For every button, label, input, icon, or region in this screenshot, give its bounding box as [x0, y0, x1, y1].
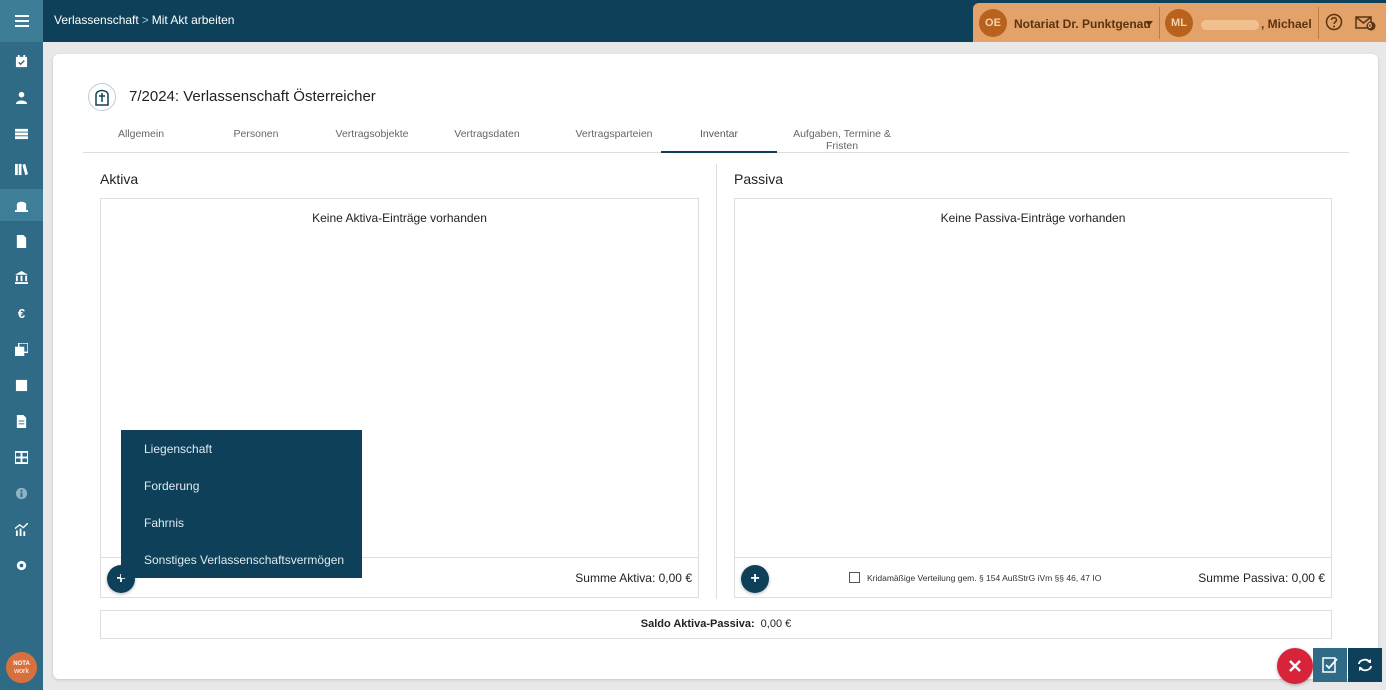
table-list-icon — [15, 128, 28, 139]
tab-vertragsdaten[interactable]: Vertragsdaten — [446, 128, 528, 153]
summe-aktiva: Summe Aktiva: 0,00 € — [575, 571, 692, 585]
user-avatar: ML — [1165, 9, 1193, 37]
add-aktiva-menu: Liegenschaft Forderung Fahrnis Sonstiges… — [121, 430, 362, 578]
tab-vertragsobjekte[interactable]: Vertragsobjekte — [331, 128, 413, 153]
chevron-down-icon[interactable] — [1145, 21, 1153, 26]
estate-file-icon — [88, 83, 116, 111]
books-icon — [15, 163, 28, 175]
save-button[interactable] — [1313, 648, 1347, 682]
notawork-logo: NOTA work — [6, 652, 37, 683]
passiva-panel: Keine Passiva-Einträge vorhanden + Krida… — [734, 198, 1332, 598]
page-title: 7/2024: Verlassenschaft Österreicher — [129, 88, 376, 105]
logo-text-top: NOTA — [13, 660, 30, 667]
sidebar-item-blank[interactable] — [0, 369, 43, 401]
save-check-icon — [1322, 657, 1338, 673]
euro-icon: € — [17, 305, 26, 321]
tab-vertragsparteien[interactable]: Vertragsparteien — [561, 128, 667, 153]
office-selector[interactable]: Notariat Dr. Punktgenau — [1014, 17, 1151, 31]
passiva-title: Passiva — [734, 171, 784, 187]
aktiva-empty-text: Keine Aktiva-Einträge vorhanden — [312, 211, 487, 225]
close-icon — [1289, 660, 1301, 672]
sidebar-item-statistics[interactable] — [0, 513, 43, 545]
document-icon — [16, 234, 27, 248]
grid-icon — [15, 450, 28, 464]
bank-icon — [15, 270, 28, 284]
sidebar-item-calendar[interactable] — [0, 45, 43, 77]
saldo-value: 0,00 € — [760, 618, 792, 630]
top-bar: Verlassenschaft > Mit Akt arbeiten OE Nota… — [43, 0, 1386, 42]
plus-icon: + — [750, 570, 760, 587]
breadcrumb: Verlassenschaft > Mit Akt arbeiten — [54, 13, 234, 27]
sidebar-item-settings[interactable] — [0, 549, 43, 581]
tombstone-cross-icon — [95, 89, 109, 106]
file-text-icon — [16, 414, 27, 428]
hamburger-icon — [14, 15, 29, 27]
copy-icon — [15, 342, 28, 356]
refresh-icon — [1358, 658, 1372, 672]
sidebar-item-persons[interactable] — [0, 81, 43, 113]
mail-badge: 0 — [1368, 23, 1372, 30]
tab-allgemein[interactable]: Allgemein — [100, 128, 182, 153]
sidebar-item-document[interactable] — [0, 225, 43, 257]
menu-item-fahrnis[interactable]: Fahrnis — [144, 516, 184, 530]
tab-bar: Allgemein Personen Vertragsobjekte Vertr… — [83, 118, 1349, 153]
cancel-button[interactable] — [1277, 648, 1313, 684]
passiva-empty-text: Keine Passiva-Einträge vorhanden — [940, 211, 1126, 225]
breadcrumb-section[interactable]: Verlassenschaft — [54, 13, 139, 27]
menu-item-liegenschaft[interactable]: Liegenschaft — [144, 442, 212, 456]
summe-passiva: Summe Passiva: 0,00 € — [1198, 571, 1325, 585]
saldo-row: Saldo Aktiva-Passiva: 0,00 € — [100, 610, 1332, 639]
aktiva-title: Aktiva — [100, 171, 139, 187]
main-card: 7/2024: Verlassenschaft Österreicher All… — [53, 54, 1378, 679]
krida-label[interactable]: Kridamäßige Verteilung gem. § 154 AußStr… — [867, 573, 1101, 583]
sidebar-item-bank[interactable] — [0, 261, 43, 293]
sidebar-item-finance[interactable]: € — [0, 297, 43, 329]
user-menu[interactable]: , Michael — [1201, 17, 1312, 31]
divider — [1318, 7, 1319, 39]
user-area: OE Notariat Dr. Punktgenau ML , Michael … — [973, 3, 1386, 42]
sidebar-item-list[interactable] — [0, 117, 43, 149]
help-icon[interactable] — [1325, 13, 1343, 31]
person-icon — [15, 91, 28, 104]
passiva-footer: + Kridamäßige Verteilung gem. § 154 AußS… — [735, 557, 1331, 597]
sidebar-item-estate[interactable] — [0, 189, 43, 221]
saldo-label: Saldo Aktiva-Passiva: — [640, 618, 755, 630]
tab-inventar[interactable]: Inventar — [661, 128, 777, 153]
menu-item-forderung[interactable]: Forderung — [144, 479, 199, 493]
info-icon — [15, 487, 28, 499]
krida-checkbox[interactable] — [849, 572, 860, 583]
mail-icon[interactable] — [1355, 13, 1377, 31]
menu-item-sonstiges[interactable]: Sonstiges Verlassenschaftsvermögen — [144, 553, 344, 567]
breadcrumb-separator: > — [141, 13, 149, 27]
tombstone-icon — [15, 201, 28, 212]
sidebar-item-register[interactable] — [0, 441, 43, 473]
sidebar-item-library[interactable] — [0, 153, 43, 185]
user-name: , Michael — [1261, 17, 1312, 31]
tab-personen[interactable]: Personen — [215, 128, 297, 153]
divider — [1159, 7, 1160, 39]
column-divider — [716, 164, 717, 599]
refresh-button[interactable] — [1348, 648, 1382, 682]
sidebar-item-copies[interactable] — [0, 333, 43, 365]
breadcrumb-current: Mit Akt arbeiten — [151, 13, 235, 27]
logo-text-bottom: work — [14, 667, 29, 675]
square-icon — [15, 379, 28, 391]
chart-icon — [15, 522, 28, 536]
krida-option: Kridamäßige Verteilung gem. § 154 AußStr… — [849, 572, 1101, 583]
sidebar-item-info[interactable] — [0, 477, 43, 509]
redacted-name — [1201, 19, 1259, 30]
gear-icon — [16, 560, 27, 570]
add-passiva-button[interactable]: + — [741, 565, 769, 593]
sidebar: € NOTA work — [0, 0, 43, 690]
office-avatar: OE — [979, 9, 1007, 37]
sidebar-item-file[interactable] — [0, 405, 43, 437]
menu-toggle-button[interactable] — [0, 0, 43, 42]
calendar-check-icon — [15, 54, 28, 67]
tab-aufgaben[interactable]: Aufgaben, Termine & Fristen — [777, 128, 907, 153]
